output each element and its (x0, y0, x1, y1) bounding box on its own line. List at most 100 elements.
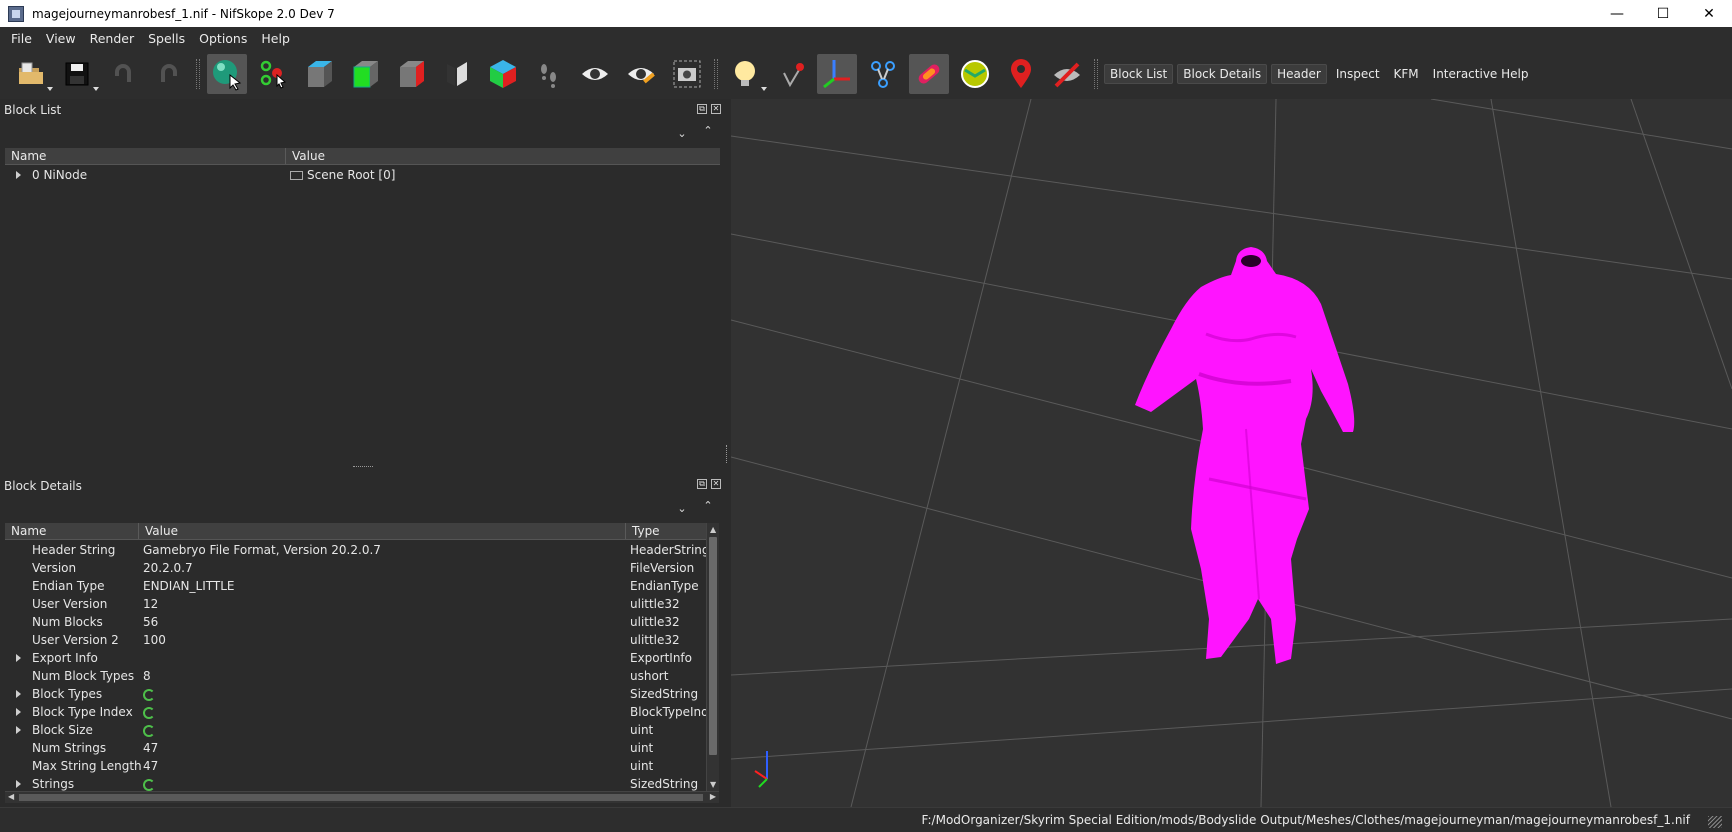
row-name-cell: Block Size (5, 721, 139, 739)
table-row[interactable]: Version 20.2.0.7 FileVersion (5, 559, 706, 577)
scroll-left-arrow-icon[interactable]: ◀ (8, 792, 14, 801)
toolbar-tab-block-list[interactable]: Block List (1104, 64, 1174, 84)
scroll-down-arrow-icon[interactable]: ▼ (710, 780, 716, 789)
view-user-button[interactable] (483, 54, 523, 94)
row-type-cell: ushort (626, 667, 706, 685)
collapse-all-icon[interactable]: ⌄ (675, 502, 689, 516)
render-viewport[interactable] (731, 99, 1732, 807)
row-name-cell: Export Info (5, 649, 139, 667)
select-object-button[interactable] (207, 54, 247, 94)
toolbar-tab-interactive-help[interactable]: Interactive Help (1428, 65, 1534, 83)
block-list-title: Block List (4, 103, 62, 117)
minimize-button[interactable]: — (1594, 0, 1640, 27)
table-row[interactable]: User Version 2 100 ulittle32 (5, 631, 706, 649)
toolbar-tab-kfm[interactable]: KFM (1389, 65, 1424, 83)
row-name-cell: Max String Length (5, 757, 142, 775)
collapse-all-icon[interactable]: ⌄ (675, 127, 689, 141)
table-row[interactable]: Header String Gamebryo File Format, Versi… (5, 541, 706, 559)
maximize-button[interactable]: ☐ (1640, 0, 1686, 27)
gauge-icon (961, 60, 989, 88)
table-row[interactable]: Num Block Types 8 ushort (5, 667, 706, 685)
scroll-right-arrow-icon[interactable]: ▶ (710, 792, 716, 801)
block-details-vertical-scrollbar[interactable]: ▲ ▼ (706, 523, 719, 791)
scrollbar-thumb[interactable] (709, 537, 717, 755)
walk-mode-button[interactable] (529, 54, 569, 94)
expand-arrow-icon[interactable] (16, 690, 21, 698)
show-nodes-button[interactable] (863, 54, 903, 94)
menu-view[interactable]: View (39, 31, 83, 46)
show-havok-button[interactable] (909, 54, 949, 94)
block-details-close-button[interactable]: ✕ (711, 479, 721, 489)
toolbar-tab-block-details[interactable]: Block Details (1177, 64, 1268, 84)
expand-all-icon[interactable]: ⌃ (701, 499, 715, 513)
show-constraints-button[interactable] (955, 54, 995, 94)
show-hidden-button[interactable] (575, 54, 615, 94)
resize-grip-icon[interactable] (1708, 816, 1722, 828)
row-type-cell: uint (626, 757, 706, 775)
column-header-value[interactable]: Value (286, 148, 720, 164)
row-type-cell: uint (626, 739, 706, 757)
block-list-float-button[interactable]: ⧉ (697, 104, 707, 114)
show-axes-toggle[interactable] (817, 54, 857, 94)
vertical-splitter-handle[interactable] (726, 445, 729, 463)
row-type: SizedString (630, 687, 699, 701)
close-button[interactable]: ✕ (1686, 0, 1732, 27)
redo-button[interactable] (149, 54, 189, 94)
row-type-cell: uint (626, 721, 706, 739)
table-row[interactable]: Block Types SizedString (5, 685, 706, 703)
table-row[interactable]: Block Type Index BlockTypeInde (5, 703, 706, 721)
table-row[interactable]: Block Size uint (5, 721, 706, 739)
column-header-name[interactable]: Name (5, 523, 139, 539)
expand-arrow-icon[interactable] (16, 726, 21, 734)
expand-arrow-icon[interactable] (16, 171, 21, 179)
save-file-button[interactable] (57, 54, 99, 94)
block-details-float-button[interactable]: ⧉ (697, 479, 707, 489)
view-flip-button[interactable] (437, 54, 477, 94)
table-row[interactable]: Num Strings 47 uint (5, 739, 706, 757)
column-header-type[interactable]: Type (626, 523, 706, 539)
show-markers-button[interactable] (1001, 54, 1041, 94)
block-details-horizontal-scrollbar[interactable]: ◀ ▶ (5, 791, 719, 803)
scroll-up-arrow-icon[interactable]: ▲ (710, 525, 716, 534)
view-top-button[interactable] (345, 54, 385, 94)
viewport-canvas[interactable] (731, 99, 1732, 807)
view-front-button[interactable] (299, 54, 339, 94)
screenshot-button[interactable] (667, 54, 707, 94)
row-value-cell: Scene Root [0] (286, 166, 720, 184)
undo-button[interactable] (103, 54, 143, 94)
splitter-handle[interactable] (353, 466, 373, 470)
column-header-name[interactable]: Name (5, 148, 286, 164)
menu-file[interactable]: File (4, 31, 39, 46)
menu-spells[interactable]: Spells (141, 31, 192, 46)
expand-arrow-icon[interactable] (16, 708, 21, 716)
cube-top-icon (308, 61, 332, 87)
table-row[interactable]: Max String Length 47 uint (5, 757, 706, 775)
mesh-robe-model[interactable] (1135, 247, 1355, 664)
hide-geometry-button[interactable] (1047, 54, 1087, 94)
block-details-tree: Header String Gamebryo File Format, Versi… (5, 541, 706, 791)
toolbar-tab-header[interactable]: Header (1271, 64, 1327, 84)
horizontal-scrollbar-thumb[interactable] (19, 794, 703, 801)
table-row[interactable]: Num Blocks 56 ulittle32 (5, 613, 706, 631)
open-file-button[interactable] (11, 54, 53, 94)
table-row[interactable]: Export Info ExportInfo (5, 649, 706, 667)
block-list-close-button[interactable]: ✕ (711, 104, 721, 114)
table-row[interactable]: Strings SizedString (5, 775, 706, 791)
table-row[interactable]: User Version 12 ulittle32 (5, 595, 706, 613)
view-side-button[interactable] (391, 54, 431, 94)
table-row[interactable]: Endian Type ENDIAN_LITTLE EndianType (5, 577, 706, 595)
menu-render[interactable]: Render (83, 31, 142, 46)
row-value-cell (139, 649, 626, 667)
table-row[interactable]: 0 NiNode Scene Root [0] (5, 166, 720, 184)
menu-help[interactable]: Help (254, 31, 297, 46)
expand-all-icon[interactable]: ⌃ (701, 124, 715, 138)
lighting-button[interactable] (725, 54, 767, 94)
column-header-value[interactable]: Value (139, 523, 626, 539)
expand-arrow-icon[interactable] (16, 654, 21, 662)
expand-arrow-icon[interactable] (16, 780, 21, 788)
select-vertex-button[interactable] (253, 54, 293, 94)
toolbar-tab-inspect[interactable]: Inspect (1331, 65, 1385, 83)
show-axes-button[interactable] (771, 54, 811, 94)
menu-options[interactable]: Options (192, 31, 254, 46)
visibility-edit-button[interactable] (621, 54, 661, 94)
